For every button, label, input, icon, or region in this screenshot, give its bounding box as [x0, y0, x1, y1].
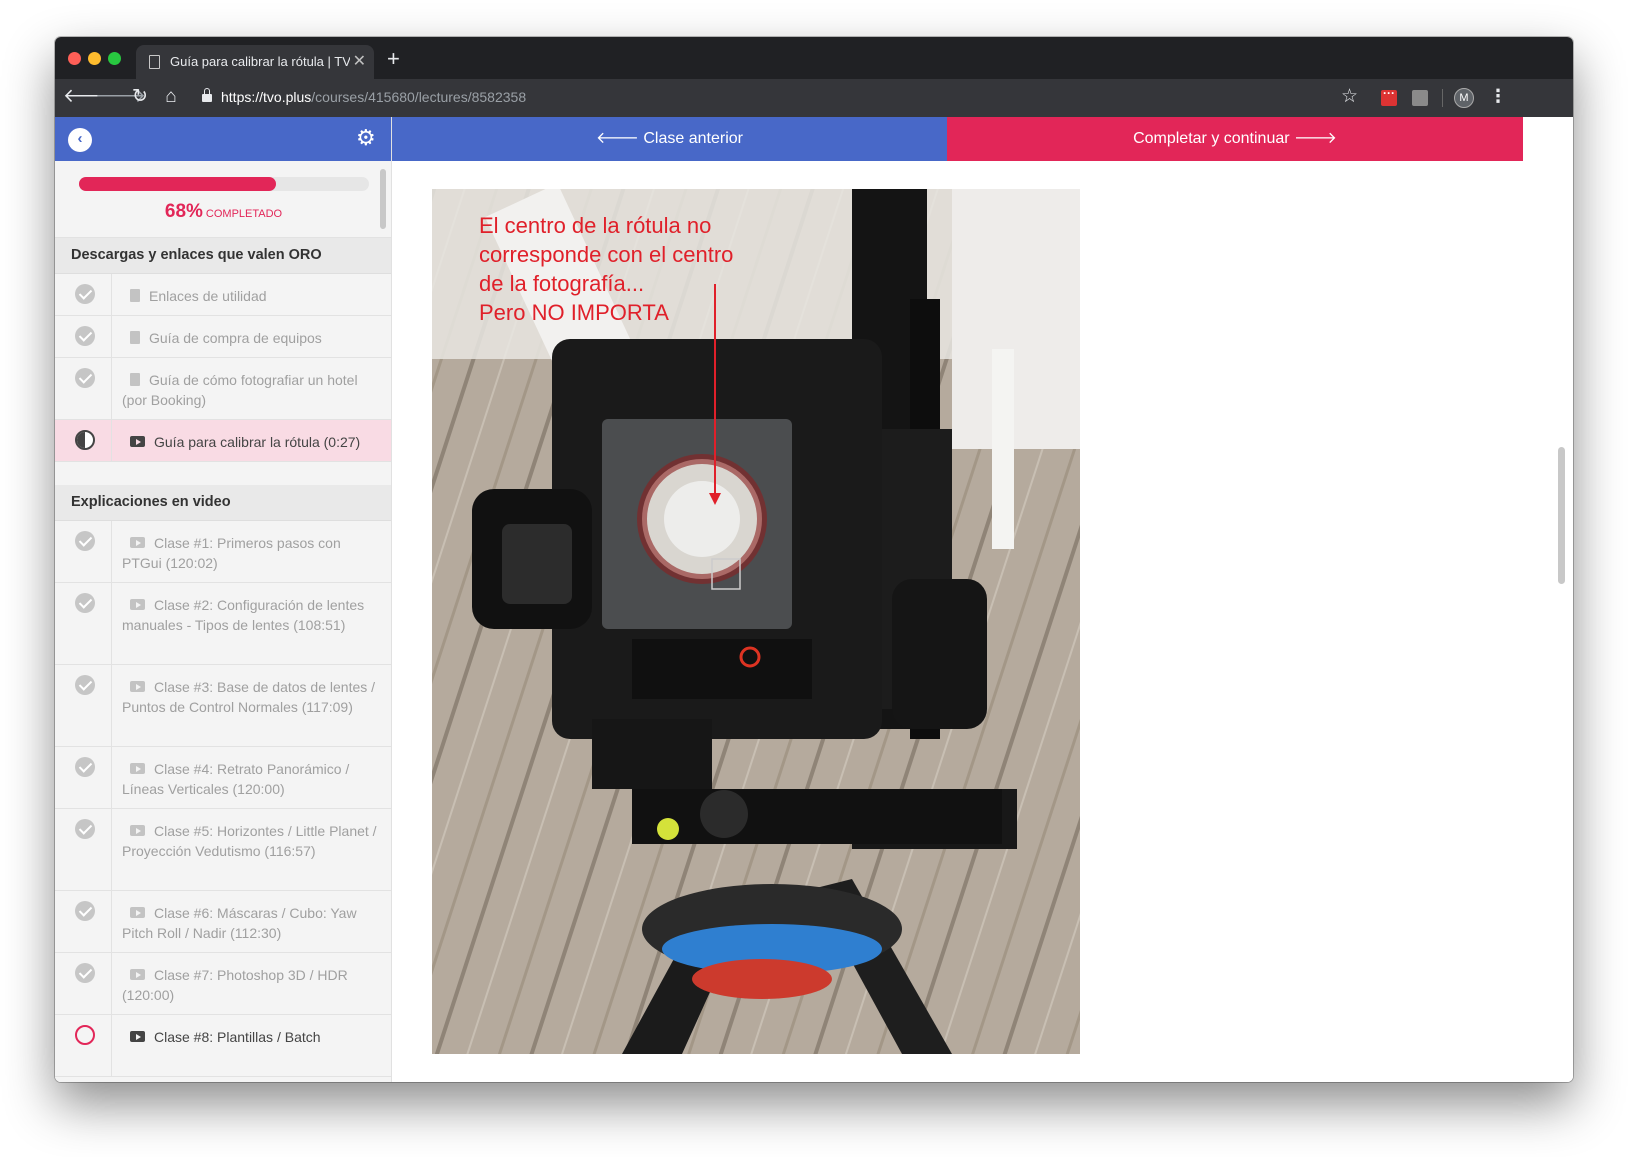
file-icon	[130, 373, 140, 386]
section-title-downloads: Descargas y enlaces que valen ORO	[55, 238, 391, 274]
video-icon	[130, 763, 145, 774]
tab-strip: Guía para calibrar la rótula | TV ✕ +	[55, 37, 1573, 79]
completed-check-icon	[75, 368, 95, 388]
new-tab-button[interactable]: +	[387, 46, 400, 72]
previous-lecture-button[interactable]: 🡐 Clase anterior	[392, 117, 947, 161]
progress-percent: 68%	[164, 201, 203, 222]
annotation-line: Pero NO IMPORTA	[479, 300, 669, 325]
browser-tab[interactable]: Guía para calibrar la rótula | TV ✕	[136, 45, 374, 79]
lecture-image: El centro de la rótula no corresponde co…	[432, 189, 1080, 1054]
progress-label: COMPLETADO	[205, 208, 283, 220]
lecture-title: Guía de cómo fotografiar un hotel (por B…	[122, 372, 358, 408]
bookmark-star-icon[interactable]: ☆	[1341, 85, 1358, 108]
lecture-item[interactable]: Guía de compra de equipos	[55, 316, 391, 358]
lecture-item[interactable]: Clase #6: Máscaras / Cubo: Yaw Pitch Rol…	[55, 891, 391, 953]
browser-toolbar: 🡐 🡒 ↻ ⌂ https://tvo.plus/courses/415680/…	[55, 79, 1573, 117]
video-icon	[130, 436, 145, 447]
close-tab-icon[interactable]: ✕	[353, 51, 366, 71]
lecture-item[interactable]: Clase #3: Base de datos de lentes / Punt…	[55, 665, 391, 747]
sidebar-header: ‹ ⚙	[55, 117, 391, 161]
lecture-title: Clase #8: Plantillas / Batch	[154, 1029, 321, 1045]
annotation-line: de la fotografía...	[479, 271, 645, 296]
minimize-window-button[interactable]	[88, 52, 101, 65]
main-scrollbar[interactable]	[1558, 447, 1565, 584]
complete-and-continue-button[interactable]: Completar y continuar 🡒	[947, 117, 1523, 161]
course-progress: 68% COMPLETADO	[55, 161, 391, 238]
lecture-item[interactable]: Clase #1: Primeros pasos con PTGui (120:…	[55, 521, 391, 583]
completed-check-icon	[75, 757, 95, 777]
completed-check-icon	[75, 593, 95, 613]
completed-check-icon	[75, 675, 95, 695]
gear-icon[interactable]: ⚙	[356, 125, 376, 151]
lecture-title: Clase #4: Retrato Panorámico / Líneas Ve…	[122, 761, 350, 797]
video-icon	[130, 969, 145, 980]
completed-check-icon	[75, 901, 95, 921]
video-icon	[130, 599, 145, 610]
url-host: https://tvo.plus	[221, 89, 312, 105]
course-sidebar: ‹ ⚙ 68% COMPLETADO Descargas y enlaces qu…	[55, 117, 392, 1082]
lecture-title: Clase #3: Base de datos de lentes / Punt…	[122, 679, 376, 715]
page-content: ‹ ⚙ 68% COMPLETADO Descargas y enlaces qu…	[55, 117, 1573, 1082]
file-icon	[130, 289, 140, 302]
tab-title: Guía para calibrar la rótula | TV	[170, 54, 350, 69]
lecture-item[interactable]: Clase #8: Plantillas / Batch	[55, 1015, 391, 1077]
home-icon[interactable]: ⌂	[158, 84, 184, 110]
video-icon	[130, 681, 145, 692]
incomplete-circle-icon	[75, 1025, 95, 1045]
back-chevron-icon[interactable]: ‹	[68, 128, 92, 152]
progress-bar-fill	[79, 177, 277, 191]
lecture-title: Guía de compra de equipos	[149, 330, 322, 346]
lecture-title: Guía para calibrar la rótula (0:27)	[154, 434, 361, 450]
annotation-line: El centro de la rótula no	[479, 213, 712, 238]
toolbar-divider	[1442, 89, 1443, 107]
lecture-item[interactable]: Guía de cómo fotografiar un hotel (por B…	[55, 358, 391, 420]
completed-check-icon	[75, 326, 95, 346]
sidebar-scrollbar[interactable]	[380, 169, 386, 229]
video-icon	[130, 537, 145, 548]
annotation-line: corresponde con el centro	[479, 242, 734, 267]
progress-bar	[79, 177, 369, 191]
lecture-title: Clase #5: Horizontes / Little Planet / P…	[122, 823, 377, 859]
browser-window: Guía para calibrar la rótula | TV ✕ + 🡐 …	[55, 37, 1573, 1082]
progress-text: 68% COMPLETADO	[55, 201, 391, 223]
lecture-title: Clase #2: Configuración de lentes manual…	[122, 597, 365, 633]
url-path: /courses/415680/lectures/8582358	[311, 89, 527, 105]
lock-icon	[202, 88, 212, 104]
address-bar[interactable]: https://tvo.plus/courses/415680/lectures…	[221, 89, 526, 105]
extension-lastpass-icon[interactable]	[1381, 86, 1397, 106]
lecture-item[interactable]: Clase #5: Horizontes / Little Planet / P…	[55, 809, 391, 891]
lecture-main: 🡐 Clase anterior Completar y continuar 🡒	[392, 117, 1573, 1082]
lecture-title: Enlaces de utilidad	[149, 288, 267, 304]
maximize-window-button[interactable]	[108, 52, 121, 65]
completed-check-icon	[75, 531, 95, 551]
image-annotation: El centro de la rótula no corresponde co…	[479, 211, 733, 327]
profile-avatar[interactable]: M	[1454, 88, 1474, 108]
lecture-title: Clase #6: Máscaras / Cubo: Yaw Pitch Rol…	[122, 905, 357, 941]
reload-icon[interactable]: ↻	[127, 84, 153, 110]
lecture-title: Clase #1: Primeros pasos con PTGui (120:…	[122, 535, 341, 571]
lecture-item[interactable]: Clase #4: Retrato Panorámico / Líneas Ve…	[55, 747, 391, 809]
lecture-item[interactable]: Enlaces de utilidad	[55, 274, 391, 316]
lecture-title: Clase #7: Photoshop 3D / HDR (120:00)	[122, 967, 348, 1003]
lecture-item[interactable]: Clase #7: Photoshop 3D / HDR (120:00)	[55, 953, 391, 1015]
completed-check-icon	[75, 284, 95, 304]
section-title-videos: Explicaciones en video	[55, 485, 391, 521]
forward-arrow-icon[interactable]: 🡒	[95, 84, 146, 110]
completed-check-icon	[75, 963, 95, 983]
video-icon	[130, 825, 145, 836]
lecture-item[interactable]: Clase #2: Configuración de lentes manual…	[55, 583, 391, 665]
completed-check-icon	[75, 819, 95, 839]
document-icon	[149, 55, 160, 69]
lecture-item-active[interactable]: Guía para calibrar la rótula (0:27)	[55, 420, 391, 462]
file-icon	[130, 331, 140, 344]
close-window-button[interactable]	[68, 52, 81, 65]
browser-menu-icon[interactable]: ⋮	[1489, 86, 1507, 107]
video-icon	[130, 907, 145, 918]
in-progress-icon	[75, 430, 95, 450]
back-arrow-icon[interactable]: 🡐	[63, 84, 114, 110]
extension-icon[interactable]	[1412, 90, 1428, 106]
video-icon	[130, 1031, 145, 1042]
